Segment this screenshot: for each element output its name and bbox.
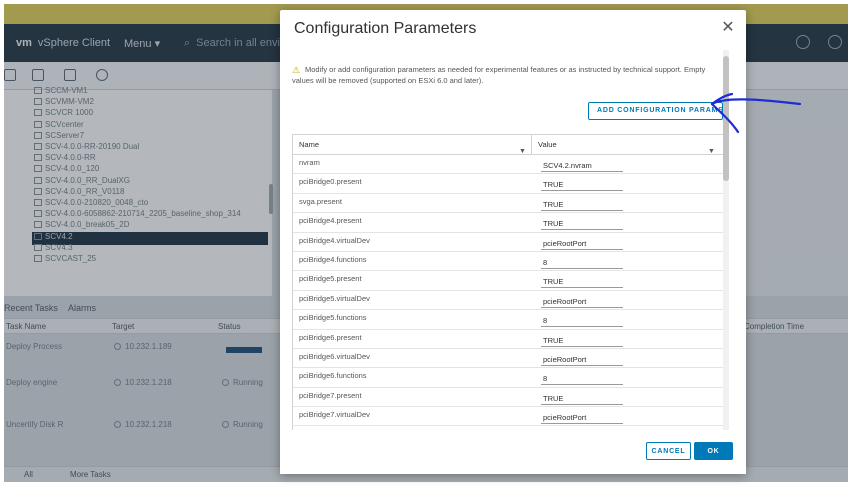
parameter-name: pciBridge7.present [299,390,362,400]
parameter-row[interactable]: pciBridge5.present [293,271,723,291]
parameter-name: pciBridge6.functions [299,371,367,381]
parameter-name: svga.present [299,196,342,206]
configuration-parameters-dialog: Configuration Parameters ✕ ⚠ Modify or ad… [280,10,746,474]
parameter-name: pciBridge7.functions [299,429,367,430]
dialog-body: ⚠ Modify or add configuration parameters … [292,52,732,430]
parameter-row[interactable]: pciBridge7.functions [293,426,723,430]
column-header-value-label: Value [538,140,557,149]
parameter-value-input[interactable] [541,160,623,172]
parameter-name: pciBridge4.present [299,216,362,226]
warning-text: Modify or add configuration parameters a… [292,65,706,85]
parameter-value-input[interactable] [541,256,623,269]
parameter-name: pciBridge5.virtualDev [299,293,370,303]
parameter-row[interactable]: pciBridge7.virtualDev [293,407,723,427]
parameter-value-input[interactable] [541,353,623,366]
parameters-grid: Name ▼ Value ▼ nvram pciBridge0.present sv… [292,134,724,430]
grid-header: Name ▼ Value ▼ [293,135,723,155]
parameter-value-input[interactable] [541,295,623,308]
parameter-value-input[interactable] [541,315,623,328]
parameter-name: pciBridge7.virtualDev [299,410,370,420]
column-header-name-label: Name [299,140,320,149]
parameter-name: pciBridge4.functions [299,254,367,264]
parameter-value-input[interactable] [541,237,623,250]
parameter-row[interactable]: nvram [293,155,723,175]
parameter-value-input[interactable] [541,179,623,192]
parameter-row[interactable]: pciBridge6.present [293,330,723,349]
parameter-row[interactable]: pciBridge6.virtualDev [293,349,723,369]
parameter-row[interactable]: pciBridge4.virtualDev [293,233,723,252]
parameter-name: pciBridge0.present [299,177,362,187]
parameter-row[interactable]: pciBridge0.present [293,174,723,194]
parameter-value-input[interactable] [541,334,623,347]
parameter-row[interactable]: pciBridge6.functions [293,368,723,388]
parameter-value-input[interactable] [541,276,623,289]
parameter-name: pciBridge6.present [299,332,362,342]
parameter-row[interactable]: pciBridge5.functions [293,310,723,330]
parameter-name: pciBridge5.functions [299,313,367,323]
ok-button[interactable]: OK [694,442,733,460]
parameter-row[interactable]: pciBridge5.virtualDev [293,291,723,311]
grid-rows: nvram pciBridge0.present svga.present pciBr… [293,155,723,430]
warning-icon: ⚠ [292,65,301,75]
parameter-value-input[interactable] [541,412,623,425]
parameter-row[interactable]: pciBridge4.functions [293,252,723,272]
parameter-name: pciBridge5.present [299,274,362,284]
parameter-name: pciBridge6.virtualDev [299,351,370,361]
parameter-value-input[interactable] [541,218,623,231]
parameter-row[interactable]: pciBridge4.present [293,213,723,233]
parameter-value-input[interactable] [541,392,623,405]
parameter-value-input[interactable] [541,198,623,211]
column-header-value[interactable]: Value ▼ [532,135,725,155]
scrollbar-thumb[interactable] [723,56,729,181]
parameter-name: nvram [299,158,320,167]
parameter-name: pciBridge4.virtualDev [299,235,370,245]
cancel-button[interactable]: CANCEL [646,442,691,460]
parameter-row[interactable]: svga.present [293,194,723,214]
add-configuration-params-button[interactable]: ADD CONFIGURATION PARAMS [588,102,723,120]
warning-message: ⚠ Modify or add configuration parameters … [292,64,722,86]
dialog-footer: CANCEL OK [280,434,746,474]
close-icon[interactable]: ✕ [720,20,736,36]
parameter-value-input[interactable] [541,373,623,386]
dialog-title: Configuration Parameters [294,20,477,37]
parameter-row[interactable]: pciBridge7.present [293,388,723,408]
dialog-scrollbar[interactable] [723,50,729,430]
column-header-name[interactable]: Name ▼ [293,135,532,155]
